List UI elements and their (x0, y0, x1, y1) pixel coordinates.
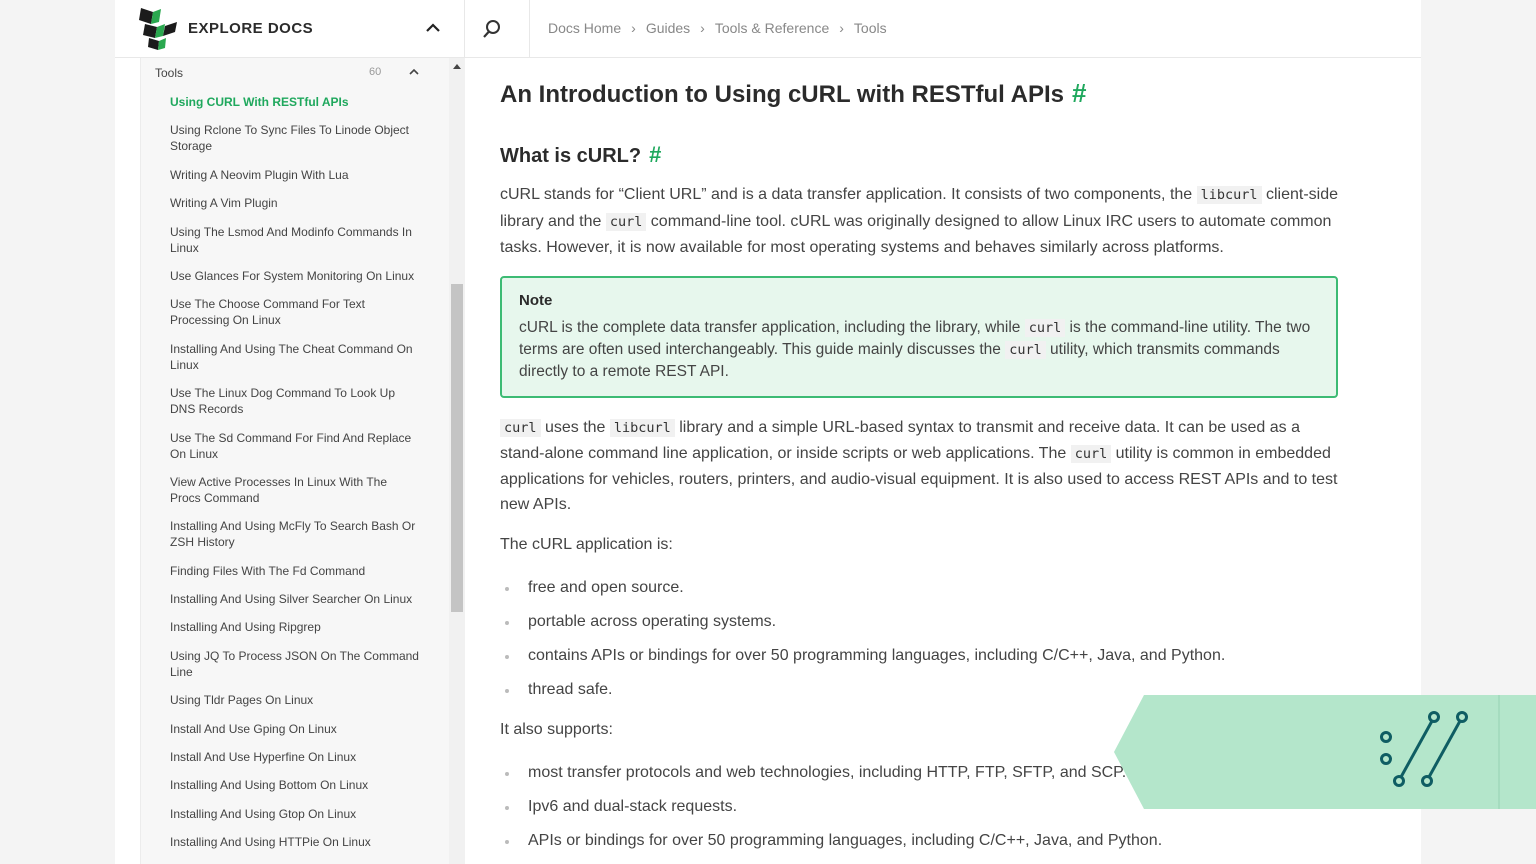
text: cURL is the complete data transfer appli… (519, 319, 1025, 336)
breadcrumb-docs-home[interactable]: Docs Home (548, 20, 621, 36)
list-item: portable across operating systems. (500, 611, 1225, 645)
sidebar-list: Using CURL With RESTful APIs Using Rclon… (170, 94, 420, 863)
search-button[interactable] (465, 0, 530, 58)
section-heading: What is cURL? # (500, 142, 661, 168)
inline-code: libcurl (609, 419, 675, 437)
sidebar-nav: Tools 60 Using CURL With RESTful APIs Us… (140, 58, 465, 864)
sidebar-item[interactable]: Using JQ To Process JSON On The Command … (170, 648, 420, 680)
note-body: cURL is the complete data transfer appli… (519, 317, 1319, 383)
sidebar-item[interactable]: Finding Files With The Fd Command (170, 563, 420, 579)
page-title-text: An Introduction to Using cURL with RESTf… (500, 81, 1064, 108)
decorative-banner (1114, 695, 1536, 809)
chevron-right-icon: › (700, 20, 705, 36)
sidebar-item[interactable]: Installing And Using Bottom On Linux (170, 777, 420, 793)
sidebar-item[interactable]: Using Tldr Pages On Linux (170, 692, 420, 708)
sidebar-item[interactable]: Use The Choose Command For Text Processi… (170, 296, 420, 328)
list-item: APIs or bindings for over 50 programming… (500, 830, 1162, 864)
section-heading-text: What is cURL? (500, 145, 642, 167)
inline-code: curl (1024, 319, 1066, 337)
chevron-right-icon: › (631, 20, 636, 36)
sidebar-item[interactable]: Writing A Neovim Plugin With Lua (170, 167, 420, 183)
inline-code: curl (1070, 445, 1112, 463)
sidebar-item[interactable]: Installing And Using Ripgrep (170, 619, 420, 635)
list-item: Ipv6 and dual-stack requests. (500, 796, 1162, 830)
sidebar-item[interactable]: View Active Processes In Linux With The … (170, 474, 420, 506)
chevron-up-icon[interactable] (423, 18, 443, 38)
sidebar-item[interactable]: Installing And Using Silver Searcher On … (170, 591, 420, 607)
list-item: free and open source. (500, 577, 1225, 611)
sidebar-item[interactable]: Use Glances For System Monitoring On Lin… (170, 268, 420, 284)
sidebar-item-curl-restful-apis[interactable]: Using CURL With RESTful APIs (170, 94, 420, 110)
inline-code: libcurl (1196, 186, 1262, 204)
text: cURL stands for “Client URL” and is a da… (500, 186, 1197, 203)
scrollbar-thumb[interactable] (451, 284, 463, 612)
sidebar-item[interactable]: Use The Sd Command For Find And Replace … (170, 430, 420, 462)
paragraph-application-is: The cURL application is: (500, 536, 673, 553)
breadcrumb-guides[interactable]: Guides (646, 20, 690, 36)
brand-title: EXPLORE DOCS (188, 20, 314, 37)
sidebar-section-tools[interactable]: Tools 60 (155, 66, 455, 84)
top-bar: EXPLORE DOCS Docs Home › Guides › Tools & Re… (115, 0, 1421, 58)
list-item: contains APIs or bindings for over 50 pr… (500, 645, 1225, 679)
sidebar-item[interactable]: Installing And Using HTTPie On Linux (170, 834, 420, 850)
supports-list: most transfer protocols and web technolo… (500, 762, 1162, 864)
chevron-right-icon: › (839, 20, 844, 36)
page-title: An Introduction to Using cURL with RESTf… (500, 78, 1086, 109)
linode-logo-icon (139, 8, 177, 50)
breadcrumb-tools[interactable]: Tools (854, 20, 887, 36)
sidebar-item[interactable]: Using The Lsmod And Modinfo Commands In … (170, 224, 420, 256)
sidebar-item[interactable]: Install And Use Gping On Linux (170, 721, 420, 737)
sidebar-item[interactable]: Install And Use Hyperfine On Linux (170, 749, 420, 765)
paragraph-curl-usage: curl uses the libcurl library and a simp… (500, 415, 1338, 517)
list-item: most transfer protocols and web technolo… (500, 762, 1162, 796)
sidebar-section-title: Tools (155, 66, 184, 80)
breadcrumb: Docs Home › Guides › Tools & Reference › Tools (548, 20, 887, 36)
scroll-up-arrow-icon[interactable] (453, 64, 461, 69)
breadcrumb-tools-reference[interactable]: Tools & Reference (715, 20, 829, 36)
text: uses the (540, 419, 610, 436)
sidebar-item[interactable]: Installing And Using The Cheat Command O… (170, 341, 420, 373)
brand-area: EXPLORE DOCS (115, 0, 465, 58)
sidebar-item[interactable]: Use The Linux Dog Command To Look Up DNS… (170, 385, 420, 417)
sidebar-item[interactable]: Installing And Using Gtop On Linux (170, 806, 420, 822)
paragraph-intro: cURL stands for “Client URL” and is a da… (500, 182, 1338, 261)
sidebar-item[interactable]: Writing A Vim Plugin (170, 195, 420, 211)
paragraph-also-supports: It also supports: (500, 721, 613, 738)
features-list: free and open source. portable across op… (500, 577, 1225, 713)
anchor-link-icon[interactable]: # (1072, 78, 1086, 108)
sidebar-scrollbar[interactable] (449, 58, 465, 864)
note-callout: Note cURL is the complete data transfer … (500, 276, 1338, 398)
inline-code: curl (500, 419, 541, 437)
inline-code: curl (1005, 341, 1046, 359)
sidebar-item[interactable]: Using Rclone To Sync Files To Linode Obj… (170, 122, 420, 154)
note-title: Note (519, 292, 553, 309)
chevron-up-icon[interactable] (409, 67, 419, 77)
sidebar-item[interactable]: Installing And Using McFly To Search Bas… (170, 518, 420, 550)
inline-code: curl (605, 212, 647, 231)
sidebar-section-count: 60 (369, 66, 382, 78)
anchor-link-icon[interactable]: # (649, 142, 661, 167)
search-icon (483, 20, 500, 38)
